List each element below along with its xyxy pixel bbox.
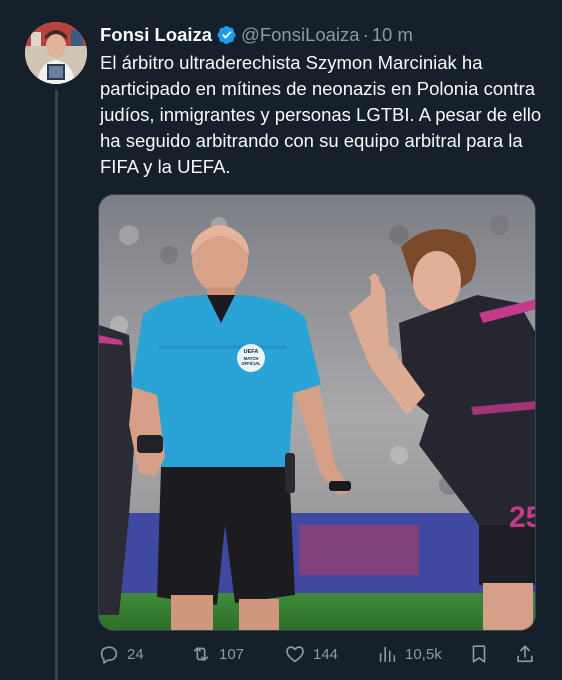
reply-button[interactable]: 24 [98,643,144,665]
shirt-number: 25 [509,501,536,534]
share-button[interactable] [514,643,536,665]
tweet-media-photo[interactable]: UEFA MATCH OFFICIAL 25 [98,194,536,631]
avatar[interactable] [25,22,87,84]
retweet-button[interactable]: 107 [190,643,244,665]
share-icon [517,645,533,663]
reply-icon [100,646,118,664]
retweet-count: 107 [219,645,245,663]
heart-icon [286,646,304,663]
bookmark-button[interactable] [468,643,490,665]
referee-photo: UEFA MATCH OFFICIAL 25 [99,195,536,630]
avatar-image [25,22,87,84]
badge-line-1: UEFA [244,349,259,355]
author-name[interactable]: Fonsi Loaiza [100,24,212,46]
views-button[interactable]: 10,5k [376,643,442,665]
views-count: 10,5k [405,645,442,663]
like-button[interactable]: 144 [284,643,338,665]
author-handle[interactable]: @FonsiLoaiza [241,24,360,46]
thread-line [55,90,58,680]
action-bar: 24 107 144 10,5k [98,641,548,667]
badge-line-3: OFFICIAL [241,361,261,366]
timestamp[interactable]: 10 m [372,24,413,46]
bookmark-icon [472,645,486,663]
tweet-header: Fonsi Loaiza @FonsiLoaiza · 10 m [100,22,413,48]
reply-count: 24 [127,645,144,663]
tweet-text: El árbitro ultraderechista Szymon Marcin… [100,52,542,177]
bar-chart-icon [379,646,396,663]
header-separator: · [362,24,369,45]
verified-badge-icon [217,26,236,44]
retweet-icon [193,647,209,661]
like-count: 144 [313,645,339,663]
tweet-card[interactable]: Fonsi Loaiza @FonsiLoaiza · 10 m El árbi… [0,0,562,680]
